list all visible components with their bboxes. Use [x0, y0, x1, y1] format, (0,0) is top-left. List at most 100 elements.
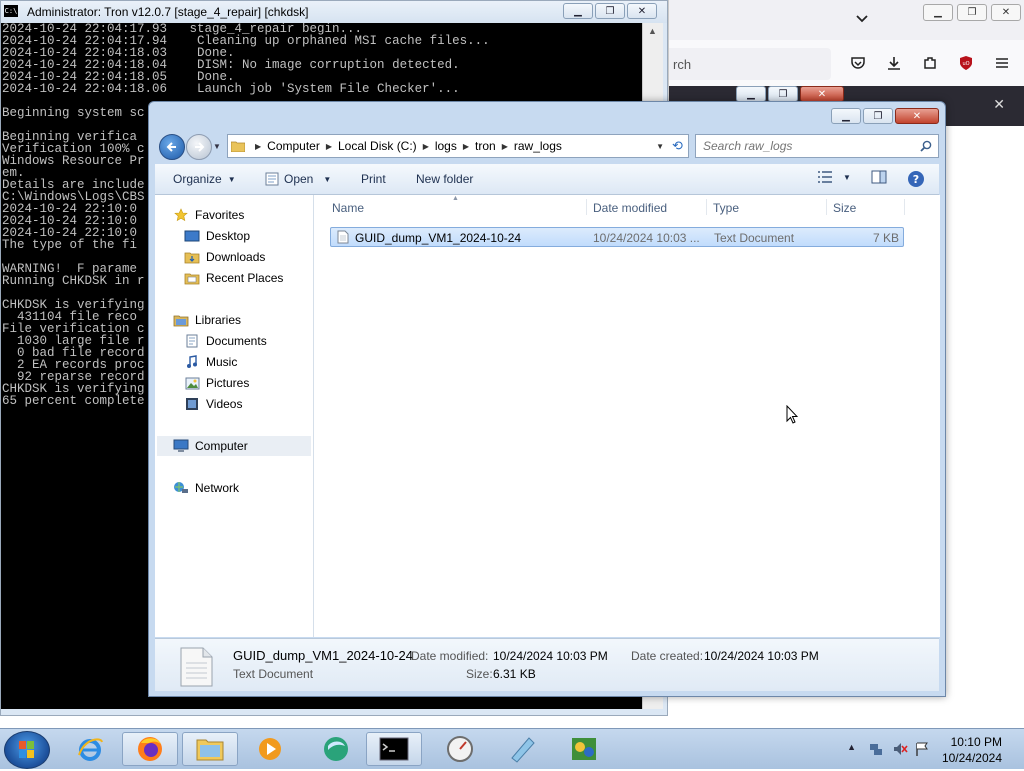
minimize-button[interactable]: ▁ [736, 86, 766, 102]
nav-network[interactable]: Network [173, 478, 239, 498]
breadcrumb-arrow-icon[interactable]: ▶ [423, 142, 429, 151]
action-center-flag-icon[interactable] [914, 741, 930, 757]
search-icon[interactable] [920, 140, 932, 152]
column-divider[interactable] [826, 199, 827, 215]
close-button[interactable]: ✕ [895, 108, 939, 124]
change-view-button[interactable]: ▼ [817, 170, 851, 184]
breadcrumb-logs[interactable]: logs [435, 139, 457, 153]
cmd-titlebar: C:\ Administrator: Tron v12.0.7 [stage_4… [1, 1, 667, 23]
windows-logo-icon [19, 741, 34, 758]
nav-videos[interactable]: Videos [184, 394, 242, 414]
nav-pictures[interactable]: Pictures [184, 373, 249, 393]
close-icon[interactable]: ✕ [993, 96, 1005, 113]
recent-places-icon [184, 271, 200, 285]
taskbar-command-prompt[interactable] [366, 732, 422, 766]
taskbar-clock-app[interactable] [432, 732, 488, 766]
help-button[interactable]: ? [907, 170, 925, 188]
column-type[interactable]: Type [713, 201, 739, 215]
nav-documents[interactable]: Documents [184, 331, 267, 351]
minimize-button[interactable]: ▁ [831, 108, 861, 124]
column-name[interactable]: Name [332, 201, 364, 215]
nav-music[interactable]: Music [184, 352, 237, 372]
nav-downloads[interactable]: Downloads [184, 247, 265, 267]
breadcrumb-arrow-icon[interactable]: ▶ [502, 142, 508, 151]
taskbar-system-app[interactable] [556, 732, 612, 766]
nav-computer-label: Computer [195, 439, 248, 453]
firefox-toolbar-icons: uO [847, 52, 1013, 74]
clock[interactable]: 10:10 PM 10/24/2024 [942, 734, 1002, 766]
column-size[interactable]: Size [833, 201, 856, 215]
breadcrumb-arrow-icon[interactable]: ▶ [255, 142, 261, 151]
organize-button[interactable]: Organize ▼ [173, 172, 236, 186]
nav-desktop[interactable]: Desktop [184, 226, 250, 246]
nav-recent-places[interactable]: Recent Places [184, 268, 283, 288]
volume-muted-icon[interactable] [892, 741, 908, 757]
breadcrumb-local-disk[interactable]: Local Disk (C:) [338, 139, 417, 153]
nav-libraries[interactable]: Libraries [173, 310, 241, 330]
ublock-icon[interactable]: uO [955, 52, 977, 74]
maximize-button[interactable]: ❐ [863, 108, 893, 124]
chevron-down-icon[interactable] [855, 12, 869, 26]
download-icon[interactable] [883, 52, 905, 74]
address-dropdown-icon[interactable]: ▼ [656, 142, 664, 151]
breadcrumb-arrow-icon[interactable]: ▶ [326, 142, 332, 151]
breadcrumb-computer[interactable]: Computer [267, 139, 320, 153]
column-date-modified[interactable]: Date modified [593, 201, 667, 215]
refresh-button[interactable]: ⟲ [667, 134, 689, 158]
restore-button[interactable]: ❐ [595, 3, 625, 19]
chevron-down-icon[interactable]: ▼ [843, 173, 851, 182]
taskbar-firefox[interactable] [122, 732, 178, 766]
back-button[interactable] [159, 134, 185, 160]
nav-favorites[interactable]: Favorites [173, 205, 244, 225]
column-divider[interactable] [586, 199, 587, 215]
show-hidden-icons-button[interactable]: ▲ [847, 742, 856, 752]
taskbar-app-globe[interactable] [308, 732, 364, 766]
print-button[interactable]: Print [361, 172, 386, 186]
breadcrumb[interactable]: ▶ Computer ▶ Local Disk (C:) ▶ logs ▶ tr… [227, 134, 669, 158]
breadcrumb-raw-logs[interactable]: raw_logs [514, 139, 562, 153]
file-name[interactable]: GUID_dump_VM1_2024-10-24 [355, 231, 521, 245]
mouse-cursor-icon [786, 405, 798, 424]
search-box[interactable] [695, 134, 939, 158]
file-date-modified: 10/24/2024 10:03 ... [593, 231, 700, 245]
folder-icon [231, 141, 245, 152]
scroll-up-icon[interactable]: ▲ [648, 26, 657, 36]
taskbar-internet-explorer[interactable] [62, 732, 118, 766]
column-divider[interactable] [706, 199, 707, 215]
menu-icon[interactable] [991, 52, 1013, 74]
firefox-titlebar: ▁ ❐ ✕ [669, 0, 1024, 40]
taskbar-explorer[interactable] [182, 732, 238, 766]
breadcrumb-arrow-icon[interactable]: ▶ [463, 142, 469, 151]
file-row[interactable]: GUID_dump_VM1_2024-10-24 10/24/2024 10:0… [330, 227, 904, 247]
text-file-icon [180, 647, 213, 687]
nav-favorites-label: Favorites [195, 208, 245, 222]
system-tools-icon [572, 738, 596, 760]
taskbar-media-player[interactable] [242, 732, 298, 766]
cmd-icon: C:\ [4, 5, 18, 17]
firefox-url-bar[interactable]: rch [669, 48, 831, 80]
close-button[interactable]: ✕ [991, 4, 1021, 21]
preview-pane-button[interactable] [871, 170, 887, 184]
minimize-button[interactable]: ▁ [563, 3, 593, 19]
restore-button[interactable]: ❐ [957, 4, 987, 21]
new-folder-button[interactable]: New folder [416, 172, 473, 186]
restore-button[interactable]: ❐ [768, 86, 798, 102]
minimize-button[interactable]: ▁ [923, 4, 953, 21]
open-button[interactable]: Open ▼ [265, 172, 331, 186]
close-button[interactable]: ✕ [627, 3, 657, 19]
close-button[interactable]: ✕ [800, 86, 844, 102]
pocket-icon[interactable] [847, 52, 869, 74]
network-tray-icon[interactable] [868, 741, 884, 757]
recent-pages-dropdown[interactable]: ▼ [213, 142, 221, 151]
start-button[interactable] [4, 731, 50, 769]
search-input[interactable] [703, 139, 903, 153]
extensions-icon[interactable] [919, 52, 941, 74]
breadcrumb-tron[interactable]: tron [475, 139, 496, 153]
taskbar-notepad[interactable] [494, 732, 550, 766]
forward-button[interactable] [186, 134, 212, 160]
libraries-icon [173, 313, 189, 327]
chevron-down-icon[interactable]: ▼ [323, 175, 331, 184]
file-list: ▲ Name Date modified Type Size GUID_dump… [314, 195, 940, 637]
nav-computer[interactable]: Computer [157, 436, 311, 456]
column-divider[interactable] [904, 199, 905, 215]
